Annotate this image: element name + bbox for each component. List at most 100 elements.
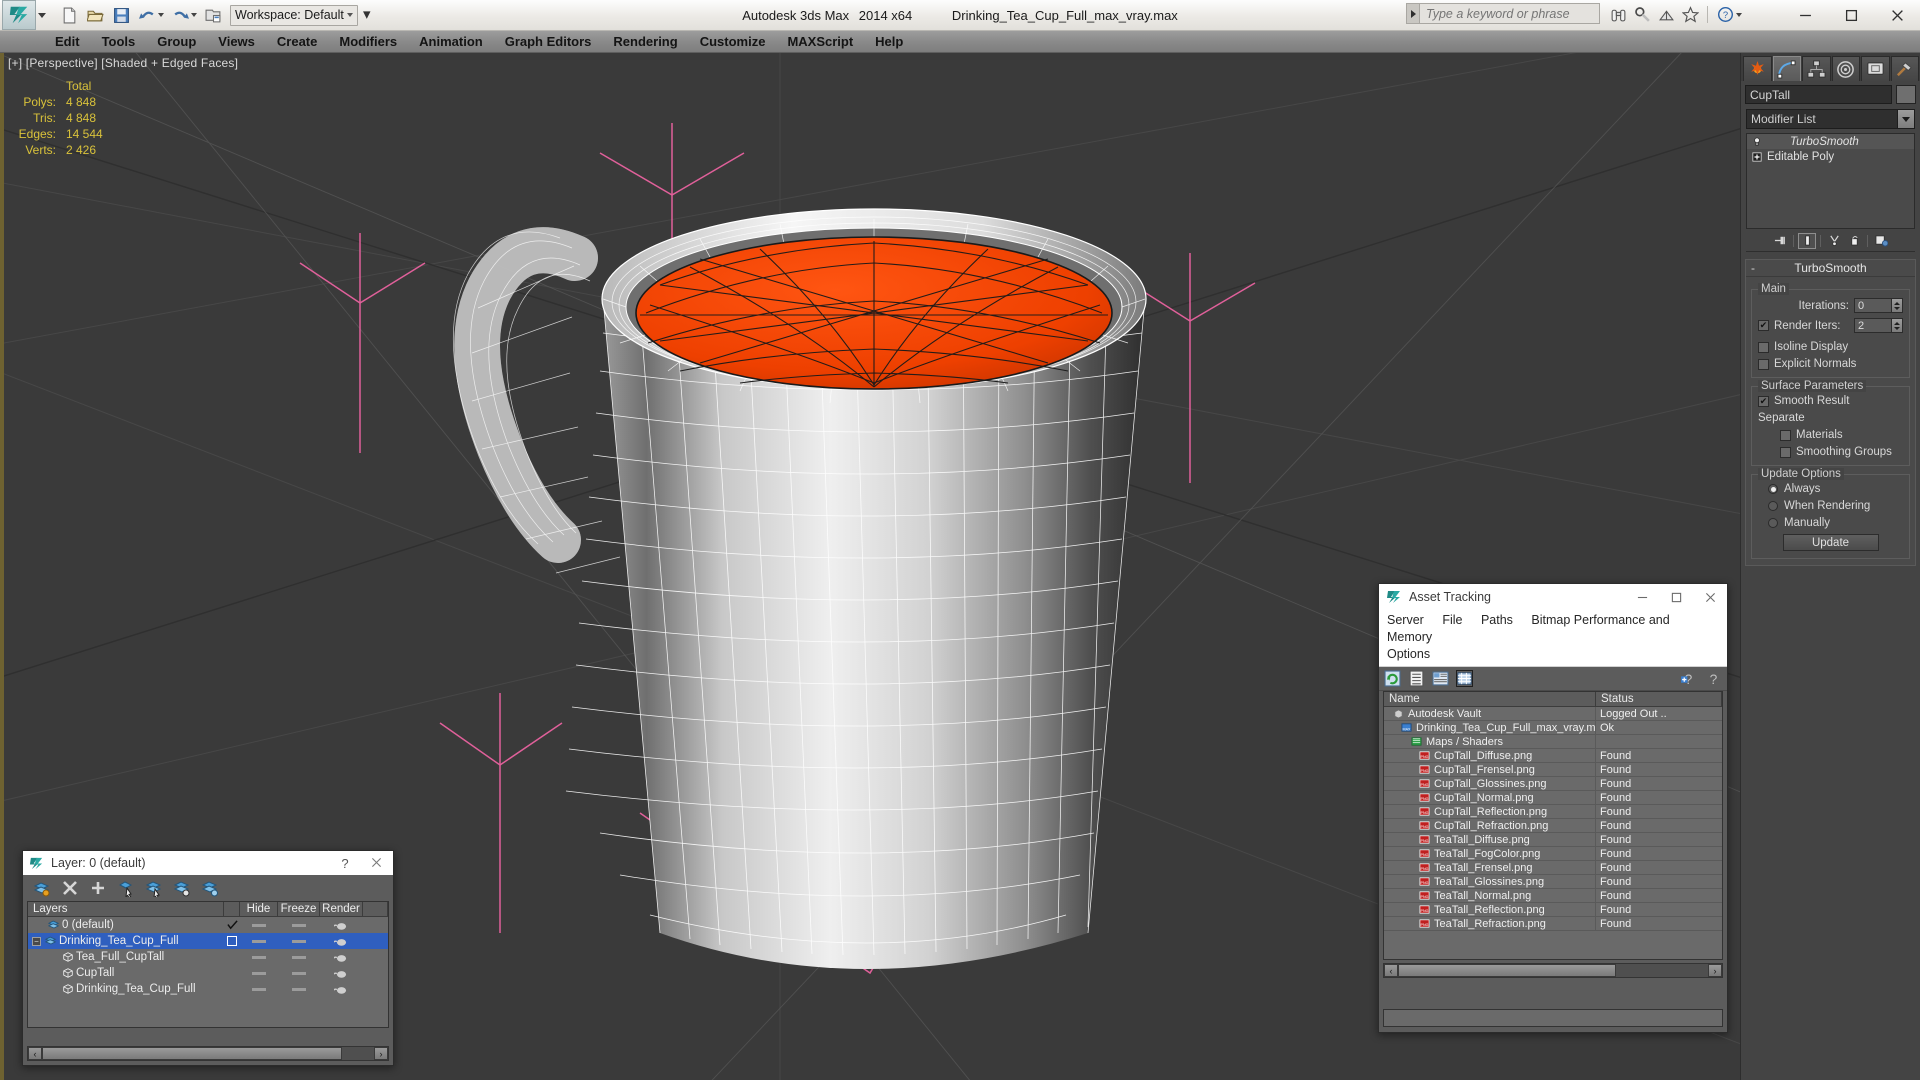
table-row[interactable]: PNG TeaTall_Normal.png Found: [1384, 889, 1722, 903]
list-item[interactable]: − Drinking_Tea_Cup_Full: [28, 933, 388, 949]
menu-item-animation[interactable]: Animation: [408, 32, 494, 51]
update-option-always[interactable]: Always: [1768, 483, 1903, 495]
freeze-toggle[interactable]: [278, 956, 320, 959]
smoothing-groups-checkbox[interactable]: [1780, 447, 1791, 458]
display-tab[interactable]: [1861, 56, 1890, 81]
search-input[interactable]: [1420, 3, 1600, 24]
table-row[interactable]: PNG TeaTall_Diffuse.png Found: [1384, 833, 1722, 847]
menu-item-rendering[interactable]: Rendering: [602, 32, 688, 51]
help-icon[interactable]: ?: [1714, 4, 1736, 25]
asset-close-button[interactable]: [1693, 584, 1727, 610]
menu-item-edit[interactable]: Edit: [44, 32, 91, 51]
explicit-normals-row[interactable]: Explicit Normals: [1758, 358, 1903, 370]
asset-tracking-window[interactable]: Asset Tracking Server File Paths Bitmap …: [1378, 583, 1728, 1033]
isoline-display-row[interactable]: Isoline Display: [1758, 341, 1903, 353]
list-item[interactable]: 0 (default): [28, 917, 388, 933]
render-toggle[interactable]: [320, 968, 363, 979]
workspace-selector[interactable]: Workspace: Default: [230, 5, 358, 26]
highlight-selected-objects-icon[interactable]: [173, 879, 191, 897]
asset-horizontal-scrollbar[interactable]: ‹ ›: [1383, 963, 1723, 978]
hide-toggle[interactable]: [240, 988, 278, 991]
motion-tab[interactable]: [1832, 56, 1861, 81]
key-icon[interactable]: [1631, 4, 1653, 25]
asset-menu-options[interactable]: Options: [1387, 646, 1727, 663]
render-iters-checkbox[interactable]: [1758, 320, 1769, 331]
manually-radio[interactable]: [1768, 518, 1778, 528]
stack-item-turbosmooth[interactable]: TurboSmooth: [1747, 134, 1914, 149]
details-view-icon[interactable]: [1432, 670, 1449, 687]
column-header-freeze[interactable]: Freeze: [278, 902, 320, 917]
app-menu-button[interactable]: [2, 0, 36, 30]
select-objects-in-layer-icon[interactable]: [117, 879, 135, 897]
add-help-icon[interactable]: ?: [1680, 670, 1697, 687]
table-row[interactable]: PNG TeaTall_FogColor.png Found: [1384, 847, 1722, 861]
create-new-layer-icon[interactable]: [33, 879, 51, 897]
asset-menu-file[interactable]: File: [1442, 613, 1462, 627]
render-toggle[interactable]: [320, 920, 363, 931]
menu-item-modifiers[interactable]: Modifiers: [328, 32, 408, 51]
column-header-hide[interactable]: Hide: [240, 902, 278, 917]
scroll-right-button[interactable]: ›: [374, 1047, 388, 1060]
menu-item-graph-editors[interactable]: Graph Editors: [494, 32, 603, 51]
render-iters-value[interactable]: 2: [1854, 318, 1892, 333]
column-header-render[interactable]: Render: [320, 902, 363, 917]
table-row[interactable]: PNG CupTall_Glossines.png Found: [1384, 777, 1722, 791]
list-item[interactable]: Drinking_Tea_Cup_Full: [28, 981, 388, 997]
help-icon[interactable]: ?: [1705, 670, 1722, 687]
grid-view-icon[interactable]: [1456, 670, 1473, 687]
column-header-layers[interactable]: Layers: [28, 902, 224, 917]
hide-toggle[interactable]: [240, 972, 278, 975]
create-tab[interactable]: [1743, 56, 1772, 81]
hide-toggle[interactable]: [240, 956, 278, 959]
new-file-icon[interactable]: [56, 3, 82, 28]
viewport-label[interactable]: [+] [Perspective] [Shaded + Edged Faces]: [8, 56, 238, 70]
satellite-dish-icon[interactable]: [1655, 4, 1677, 25]
materials-checkbox[interactable]: [1780, 430, 1791, 441]
redo-icon[interactable]: [167, 3, 193, 28]
layer-title-bar[interactable]: Layer: 0 (default) ?: [23, 851, 393, 875]
layer-horizontal-scrollbar[interactable]: ‹ ›: [27, 1046, 389, 1061]
smooth-result-row[interactable]: Smooth Result: [1758, 395, 1903, 407]
separate-smoothing-groups-row[interactable]: Smoothing Groups: [1780, 446, 1903, 458]
scroll-right-button[interactable]: ›: [1708, 964, 1722, 977]
iterations-stepper[interactable]: 0: [1854, 298, 1903, 313]
scroll-left-button[interactable]: ‹: [1384, 964, 1398, 977]
table-row[interactable]: PNG CupTall_Diffuse.png Found: [1384, 749, 1722, 763]
separate-materials-row[interactable]: Materials: [1780, 429, 1903, 441]
refresh-icon[interactable]: [1384, 670, 1401, 687]
close-button[interactable]: [1874, 0, 1920, 31]
table-row[interactable]: PNG CupTall_Refraction.png Found: [1384, 819, 1722, 833]
layer-table[interactable]: Layers Hide Freeze Render 0 (default): [27, 901, 389, 1028]
table-row[interactable]: PNG CupTall_Normal.png Found: [1384, 791, 1722, 805]
help-dropdown-icon[interactable]: [1736, 13, 1742, 17]
minimize-button[interactable]: [1782, 0, 1828, 31]
column-header-name[interactable]: Name: [1384, 692, 1596, 707]
smooth-result-checkbox[interactable]: [1758, 396, 1769, 407]
collapse-icon[interactable]: −: [32, 937, 41, 946]
modifier-stack[interactable]: TurboSmooth Editable Poly: [1746, 133, 1915, 229]
menu-item-customize[interactable]: Customize: [689, 32, 777, 51]
freeze-toggle[interactable]: [278, 940, 320, 943]
make-unique-icon[interactable]: [1825, 233, 1843, 249]
app-menu-caret-icon[interactable]: [38, 13, 46, 18]
table-row[interactable]: PNG TeaTall_Glossines.png Found: [1384, 875, 1722, 889]
scroll-thumb[interactable]: [42, 1047, 342, 1060]
hide-toggle[interactable]: [240, 924, 278, 927]
scroll-left-button[interactable]: ‹: [28, 1047, 42, 1060]
modifier-list-dropdown[interactable]: Modifier List: [1746, 109, 1915, 129]
pin-stack-icon[interactable]: [1771, 233, 1789, 249]
layer-close-button[interactable]: [359, 856, 393, 871]
table-row[interactable]: PNG TeaTall_Frensel.png Found: [1384, 861, 1722, 875]
render-toggle[interactable]: [320, 952, 363, 963]
menu-item-create[interactable]: Create: [266, 32, 328, 51]
configure-modifier-sets-icon[interactable]: [1872, 233, 1890, 249]
favorites-star-icon[interactable]: [1679, 4, 1701, 25]
current-layer-check[interactable]: [224, 936, 240, 946]
always-radio[interactable]: [1768, 484, 1778, 494]
explicit-normals-checkbox[interactable]: [1758, 359, 1769, 370]
render-toggle[interactable]: [320, 984, 363, 995]
table-row[interactable]: Autodesk Vault Logged Out ..: [1384, 707, 1722, 721]
layer-properties-icon[interactable]: [201, 879, 219, 897]
column-header-active[interactable]: [224, 902, 240, 917]
set-project-folder-icon[interactable]: [200, 3, 226, 28]
